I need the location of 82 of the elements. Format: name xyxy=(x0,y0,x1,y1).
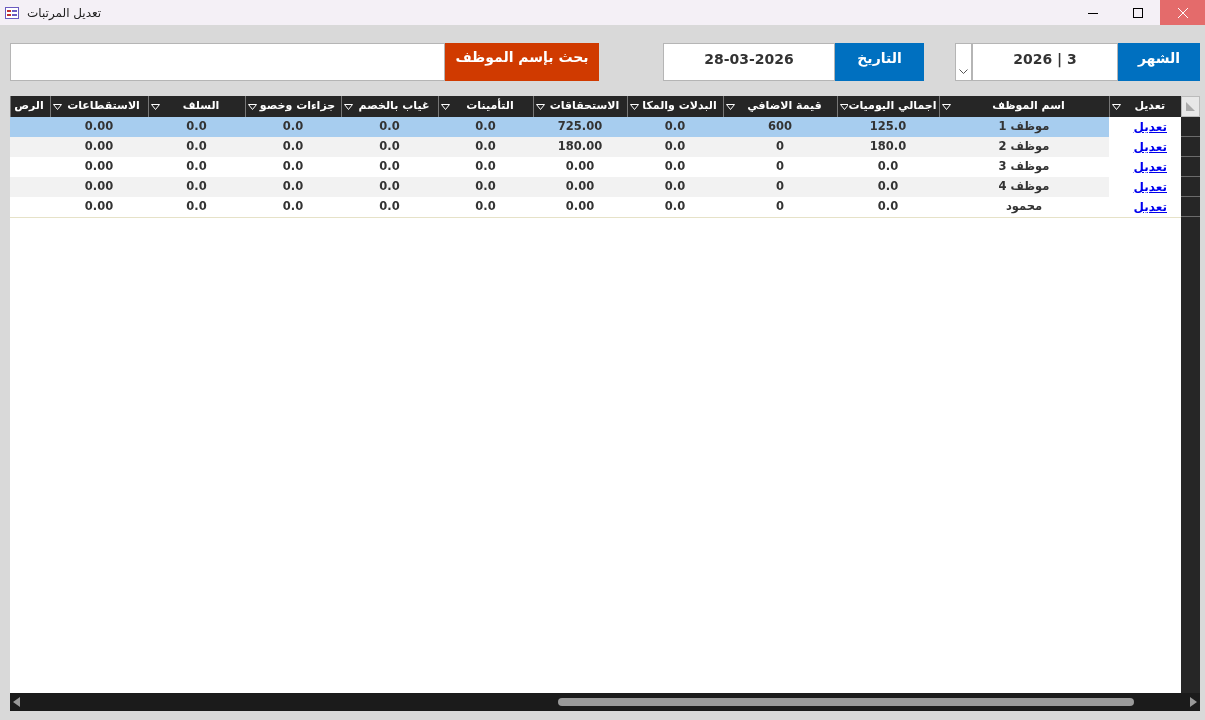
filter-dropdown-icon[interactable] xyxy=(725,103,735,110)
table-cell: موظف 2 xyxy=(939,137,1109,157)
table-cell: 0.0 xyxy=(837,157,939,177)
table-cell: 0.0 xyxy=(148,137,245,157)
filter-dropdown-icon[interactable] xyxy=(247,103,257,110)
table-cell: موظف 1 xyxy=(939,117,1109,137)
table-cell: 180.0 xyxy=(837,137,939,157)
table-cell: 0.0 xyxy=(627,137,723,157)
close-icon xyxy=(1177,7,1188,18)
table-cell: 0.0 xyxy=(837,197,939,217)
table-cell: 0.0 xyxy=(438,137,533,157)
table-cell: 0.0 xyxy=(627,197,723,217)
table-cell: 0.0 xyxy=(245,157,341,177)
edit-link[interactable]: تعديل xyxy=(1133,119,1167,134)
table-cell: 0 xyxy=(723,197,837,217)
table-cell: 0.0 xyxy=(148,117,245,137)
scrollbar-thumb[interactable] xyxy=(558,698,1134,706)
table-cell: محمود xyxy=(939,197,1109,217)
table-cell: 0 xyxy=(723,137,837,157)
filter-dropdown-icon[interactable] xyxy=(150,103,160,110)
edit-link[interactable]: تعديل xyxy=(1133,139,1167,154)
date-label: التاريخ xyxy=(835,43,924,81)
edit-link[interactable]: تعديل xyxy=(1133,199,1167,214)
table-cell: 0.0 xyxy=(627,117,723,137)
table-cell: 0.0 xyxy=(148,197,245,217)
window-title: تعديل المرتبات xyxy=(27,4,102,22)
filter-dropdown-icon[interactable] xyxy=(629,103,639,110)
table-cell: 0 xyxy=(723,177,837,197)
form-icon xyxy=(5,6,19,19)
maximize-icon xyxy=(1132,7,1143,18)
table-cell: 0.00 xyxy=(50,157,148,177)
table-cell: 125.0 xyxy=(837,117,939,137)
filter-dropdown-icon[interactable] xyxy=(839,103,849,110)
table-cell: 0.0 xyxy=(627,177,723,197)
filter-dropdown-icon[interactable] xyxy=(1111,103,1121,110)
table-cell: 600 xyxy=(723,117,837,137)
month-label: الشهر xyxy=(1118,43,1200,81)
edit-link[interactable]: تعديل xyxy=(1133,159,1167,174)
table-cell: 0.00 xyxy=(50,117,148,137)
chevron-icon xyxy=(959,69,968,74)
table-cell: 0.0 xyxy=(438,177,533,197)
table-cell: 0.0 xyxy=(148,157,245,177)
table-cell: 0.0 xyxy=(438,117,533,137)
filter-dropdown-icon[interactable] xyxy=(440,103,450,110)
table-cell: 0.00 xyxy=(533,157,627,177)
table-cell: 0.0 xyxy=(627,157,723,177)
table-cell: 0.00 xyxy=(50,137,148,157)
table-cell: 0.0 xyxy=(341,137,438,157)
table-cell: 0.00 xyxy=(533,197,627,217)
table-cell: 0.0 xyxy=(837,177,939,197)
table-cell: 180.00 xyxy=(533,137,627,157)
table-cell: موظف 3 xyxy=(939,157,1109,177)
filter-dropdown-icon[interactable] xyxy=(535,103,545,110)
table-cell: 0.0 xyxy=(341,157,438,177)
search-field[interactable] xyxy=(10,43,445,81)
table-cell: 0.0 xyxy=(341,117,438,137)
table-cell: 0.00 xyxy=(50,177,148,197)
horizontal-scrollbar[interactable] xyxy=(10,693,1200,711)
edit-link[interactable]: تعديل xyxy=(1133,179,1167,194)
table-cell: 0.0 xyxy=(245,117,341,137)
filter-dropdown-icon[interactable] xyxy=(52,103,62,110)
table-cell: 0.0 xyxy=(341,197,438,217)
filter-dropdown-icon[interactable] xyxy=(343,103,353,110)
month-field[interactable]: 3 | 2026 xyxy=(972,43,1118,81)
table-cell: 725.00 xyxy=(533,117,627,137)
table-cell: 0.0 xyxy=(245,137,341,157)
table-cell: 0.0 xyxy=(148,177,245,197)
date-field[interactable]: 28-03-2026 xyxy=(663,43,835,81)
scroll-right-icon[interactable] xyxy=(1190,697,1197,707)
table-cell: 0.0 xyxy=(438,157,533,177)
table-cell: 0.00 xyxy=(533,177,627,197)
table-cell: 0.0 xyxy=(341,177,438,197)
table-cell: 0 xyxy=(723,157,837,177)
table-cell: موظف 4 xyxy=(939,177,1109,197)
table-cell: 0.0 xyxy=(245,177,341,197)
table-cell: 0.00 xyxy=(50,197,148,217)
search-label: بحث بإسم الموظف xyxy=(445,43,599,81)
scroll-left-icon[interactable] xyxy=(13,697,20,707)
table-cell: 0.0 xyxy=(245,197,341,217)
column-header[interactable]: الرص xyxy=(11,98,48,115)
filter-dropdown-icon[interactable] xyxy=(941,103,951,110)
table-cell: 0.0 xyxy=(438,197,533,217)
